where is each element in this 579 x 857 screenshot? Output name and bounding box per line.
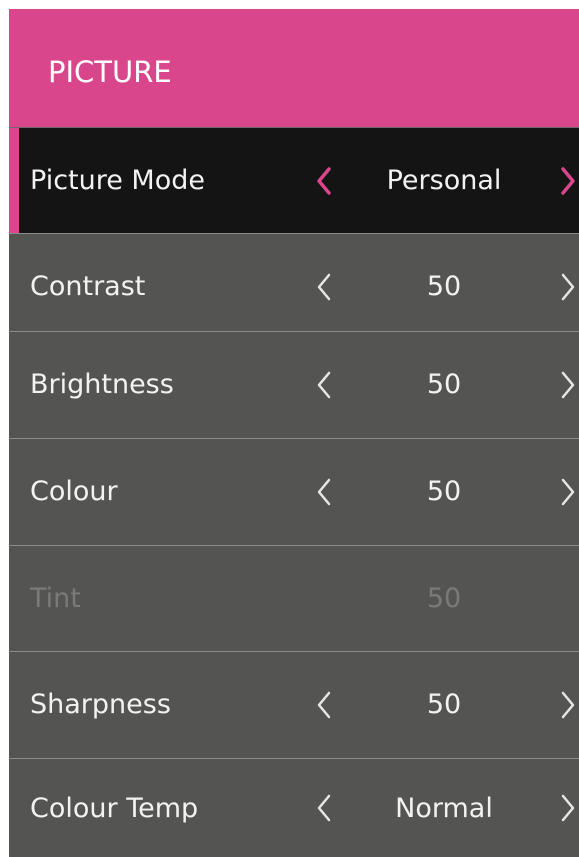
picture-mode-value: Personal xyxy=(386,165,502,196)
tint-value: 50 xyxy=(426,583,462,614)
chevron-right-icon[interactable] xyxy=(553,439,579,544)
menu-row-sharpness[interactable]: Sharpness 50 xyxy=(9,651,579,757)
colour-label: Colour xyxy=(30,476,118,507)
menu-row-picture-mode[interactable]: Picture Mode Personal xyxy=(9,127,579,233)
tint-label: Tint xyxy=(30,583,81,614)
menu-row-tint: Tint 50 xyxy=(9,545,579,651)
contrast-label: Contrast xyxy=(30,271,146,302)
sharpness-label: Sharpness xyxy=(30,689,171,720)
chevron-right-icon[interactable] xyxy=(553,234,579,339)
chevron-left-icon[interactable] xyxy=(309,439,339,544)
brightness-label: Brightness xyxy=(30,369,174,400)
picture-mode-label: Picture Mode xyxy=(30,165,205,196)
menu-header: PICTURE xyxy=(9,9,579,127)
selection-indicator xyxy=(9,128,19,233)
contrast-value: 50 xyxy=(426,271,462,302)
chevron-right-icon[interactable] xyxy=(553,332,579,437)
menu-row-colour-temp[interactable]: Colour Temp Normal xyxy=(9,758,579,857)
menu-row-contrast[interactable]: Contrast 50 xyxy=(9,233,579,339)
chevron-left-icon[interactable] xyxy=(309,759,339,857)
chevron-left-icon[interactable] xyxy=(309,128,339,233)
sharpness-value: 50 xyxy=(426,689,462,720)
colour-temp-label: Colour Temp xyxy=(30,792,199,824)
colour-temp-value: Normal xyxy=(395,792,493,824)
chevron-right-icon[interactable] xyxy=(553,128,579,233)
picture-menu: PICTURE Picture Mode Personal Contrast 5… xyxy=(9,9,579,857)
chevron-left-icon[interactable] xyxy=(309,234,339,339)
brightness-value: 50 xyxy=(426,369,462,400)
chevron-left-icon[interactable] xyxy=(309,652,339,757)
chevron-left-icon[interactable] xyxy=(309,332,339,437)
menu-row-brightness[interactable]: Brightness 50 xyxy=(9,331,579,437)
colour-value: 50 xyxy=(426,476,462,507)
menu-row-colour[interactable]: Colour 50 xyxy=(9,438,579,544)
chevron-right-icon[interactable] xyxy=(553,652,579,757)
chevron-right-icon[interactable] xyxy=(553,759,579,857)
menu-title: PICTURE xyxy=(48,55,172,89)
